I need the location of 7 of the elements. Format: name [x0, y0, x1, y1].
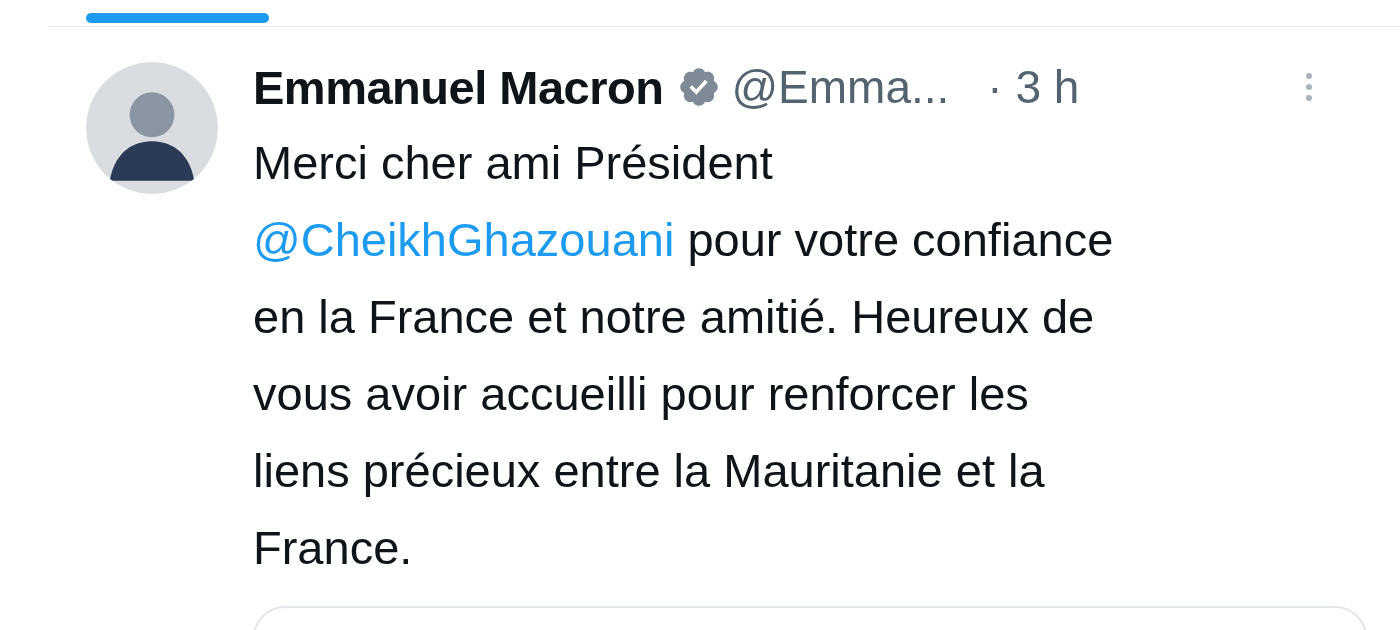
- post-time[interactable]: · 3 h: [987, 60, 1080, 114]
- more-options-icon[interactable]: [1305, 72, 1313, 102]
- author-name[interactable]: Emmanuel Macron: [253, 59, 664, 115]
- user-handle[interactable]: @Emma...: [731, 60, 950, 114]
- tweet-text: Merci cher ami Président @CheikhGhazouani pour votre confiance en la France et notre amitié. Heureux de vous avoir accueilli pour renforcer les liens précieux entre la Mauritanie et la France.: [253, 135, 1115, 576]
- avatar-icon[interactable]: [86, 62, 218, 194]
- tab-indicator[interactable]: [86, 13, 269, 23]
